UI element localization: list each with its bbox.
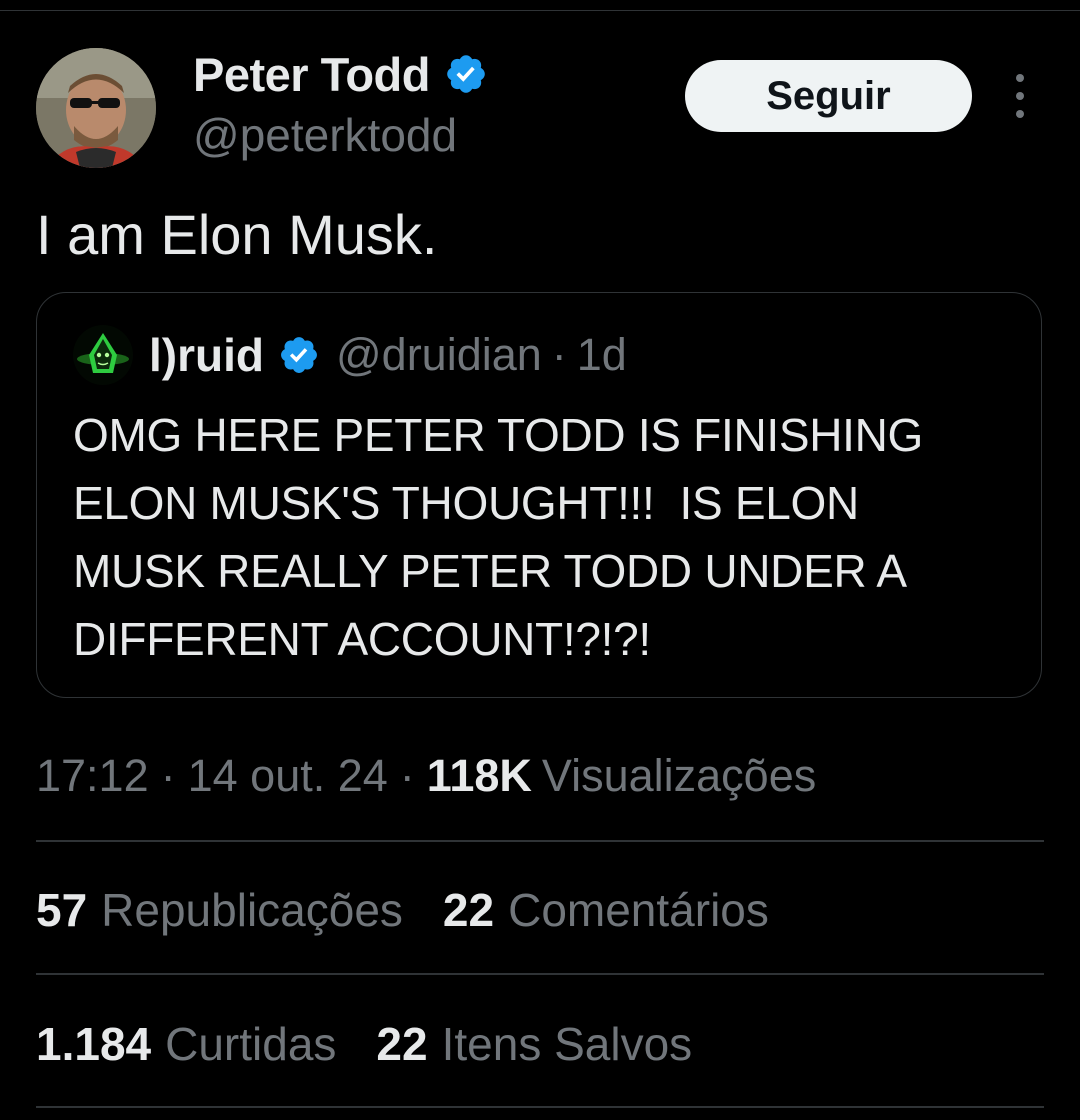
quoted-text-line: DIFFERENT ACCOUNT!?!?!: [73, 613, 651, 665]
quoted-text-line: MUSK REALLY PETER TODD UNDER A: [73, 545, 907, 597]
quoted-text-line: ELON MUSK'S THOUGHT!!! IS ELON: [73, 477, 859, 529]
author-name[interactable]: Peter Todd: [193, 47, 430, 102]
reposts-label: Republicações: [101, 884, 403, 936]
likes-count: 1.184: [36, 1018, 152, 1070]
more-dot: [1016, 92, 1024, 100]
views-count[interactable]: 118K: [427, 750, 532, 802]
follow-button[interactable]: Seguir: [685, 60, 972, 132]
top-divider: [0, 10, 1080, 11]
likes-stat[interactable]: 1.184 Curtidas: [36, 1017, 336, 1071]
reposts-stat[interactable]: 57 Republicações: [36, 883, 403, 937]
comments-label: Comentários: [508, 884, 769, 936]
quoted-tweet-text: OMG HERE PETER TODD IS FINISHING ELON MU…: [73, 401, 1013, 673]
quoted-tweet-card[interactable]: l)ruid @druidian · 1d OMG HERE PETER TOD…: [36, 292, 1042, 698]
engagement-row-1: 57 Republicações 22 Comentários: [36, 880, 769, 940]
divider: [36, 1106, 1044, 1108]
saves-stat[interactable]: 22 Itens Salvos: [376, 1017, 692, 1071]
views-label[interactable]: Visualizações: [542, 750, 816, 802]
tweet-meta: 17:12 · 14 out. 24 · 118K Visualizações: [36, 746, 816, 806]
saves-count: 22: [376, 1018, 428, 1070]
separator-dot: ·: [399, 750, 415, 801]
quoted-author-name[interactable]: l)ruid: [149, 328, 264, 382]
verified-badge-icon: [444, 52, 488, 96]
more-dot: [1016, 110, 1024, 118]
comments-stat[interactable]: 22 Comentários: [443, 883, 769, 937]
quoted-tweet-age[interactable]: 1d: [577, 329, 627, 381]
more-dot: [1016, 74, 1024, 82]
quoted-tweet-header: l)ruid @druidian · 1d: [73, 325, 627, 385]
quoted-author-avatar[interactable]: [73, 325, 133, 385]
author-handle[interactable]: @peterktodd: [193, 108, 457, 162]
verified-badge-icon: [278, 334, 320, 376]
tweet-text: I am Elon Musk.: [36, 203, 438, 266]
more-options-icon[interactable]: [1004, 74, 1036, 118]
tweet-date[interactable]: 14 out. 24: [188, 750, 388, 802]
quoted-author-handle[interactable]: @druidian: [336, 329, 542, 381]
reposts-count: 57: [36, 884, 88, 936]
author-name-row[interactable]: Peter Todd: [193, 44, 488, 104]
tweet-time[interactable]: 17:12: [36, 750, 149, 802]
comments-count: 22: [442, 884, 495, 936]
divider: [36, 973, 1044, 975]
saves-label: Itens Salvos: [441, 1018, 693, 1070]
quoted-text-line: OMG HERE PETER TODD IS FINISHING: [73, 409, 924, 461]
separator-dot: ·: [160, 750, 176, 801]
likes-label: Curtidas: [165, 1018, 337, 1070]
engagement-row-2: 1.184 Curtidas 22 Itens Salvos: [36, 1014, 692, 1074]
author-avatar[interactable]: [36, 48, 156, 168]
divider: [36, 840, 1044, 842]
separator-dot: ·: [551, 329, 567, 380]
